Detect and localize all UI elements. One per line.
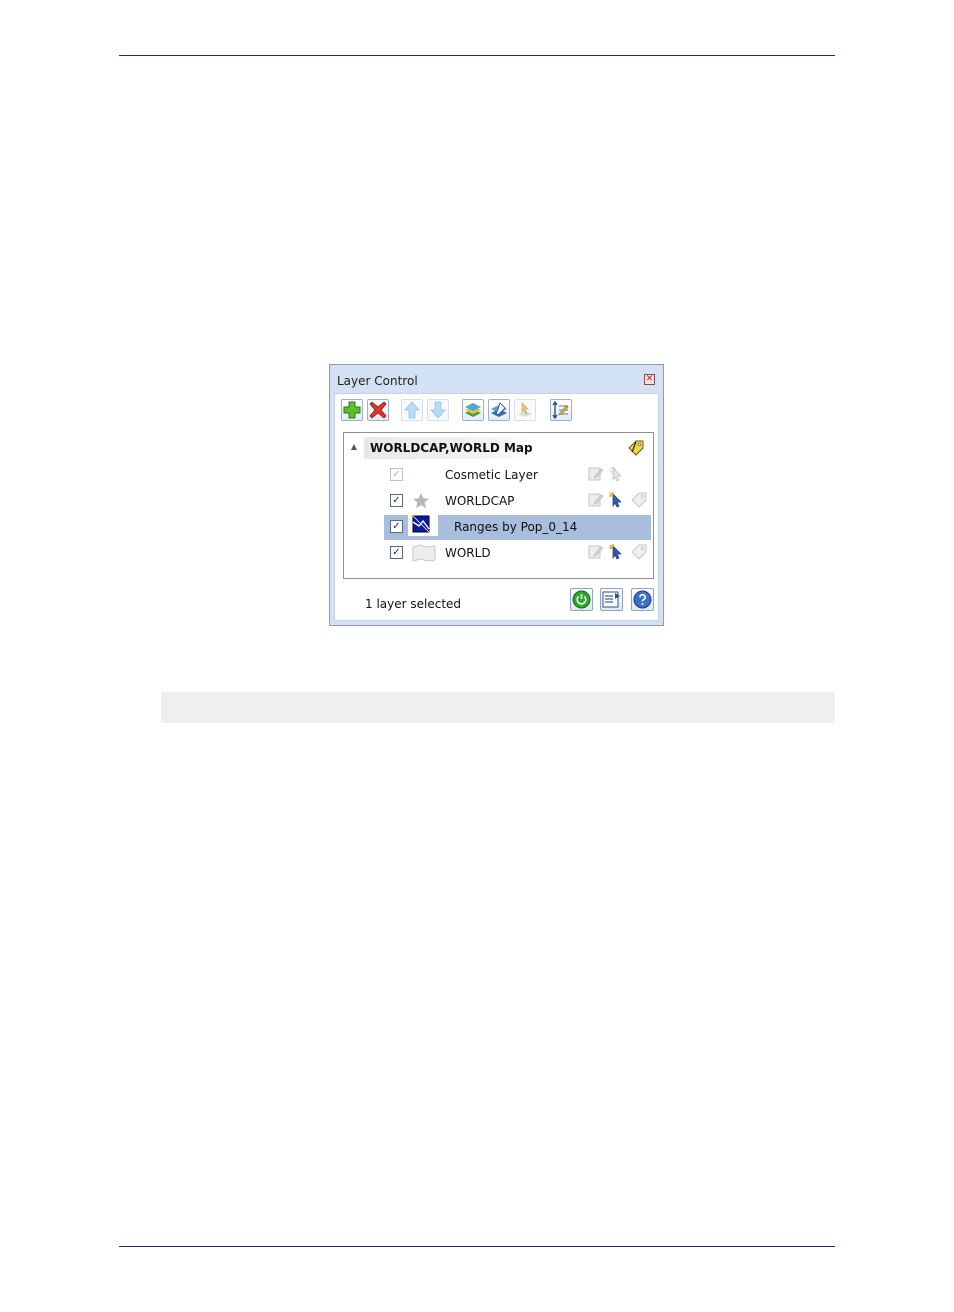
layer-properties-button[interactable]	[462, 399, 484, 421]
layer-properties-icon	[465, 403, 481, 417]
edit-pencil-icon	[588, 467, 604, 481]
remove-layer-button[interactable]	[367, 399, 389, 421]
layer-name: WORLD	[445, 546, 491, 560]
close-button[interactable]: ✕	[644, 374, 655, 385]
region-icon	[412, 544, 436, 566]
select-cursor-icon	[609, 492, 622, 508]
layer-name: Cosmetic Layer	[445, 468, 538, 482]
footer-rule	[119, 1246, 835, 1247]
move-down-icon	[430, 401, 446, 419]
selectable-icon	[518, 402, 532, 417]
selectable-toggle[interactable]	[609, 466, 625, 486]
layer-options-icon	[602, 591, 620, 608]
help-icon	[633, 590, 652, 609]
layer-tree: WORLDCAP,WORLD Map ✓ Cosmetic Layer ✓ WO…	[343, 432, 654, 579]
label-tag-icon	[631, 492, 647, 508]
select-cursor-icon	[610, 467, 622, 482]
move-down-button[interactable]	[427, 399, 449, 421]
reorder-icon	[552, 401, 569, 419]
selection-status: 1 layer selected	[365, 597, 462, 611]
edit-pencil-icon	[588, 493, 604, 507]
auto-label-toggle[interactable]	[631, 492, 647, 512]
selectable-toggle[interactable]	[609, 492, 625, 512]
select-cursor-icon	[609, 544, 622, 560]
add-layer-icon	[343, 401, 361, 419]
toolbar	[341, 399, 641, 423]
header-rule	[119, 55, 835, 56]
remove-layer-icon	[369, 401, 387, 419]
selectable-button[interactable]	[514, 399, 536, 421]
collapse-icon[interactable]	[351, 444, 357, 450]
title-bar[interactable]: Layer Control ✕	[330, 365, 663, 393]
map-label-tool-button[interactable]	[627, 439, 645, 461]
selectable-toggle[interactable]	[609, 544, 625, 564]
layer-visibility-checkbox[interactable]: ✓	[390, 546, 403, 559]
edit-layer-button[interactable]	[488, 399, 510, 421]
layer-row-ranges[interactable]: ✓ Ranges by Pop_0_14	[384, 514, 651, 540]
reorder-button[interactable]	[550, 399, 572, 421]
move-up-icon	[404, 401, 420, 419]
map-title: WORLDCAP,WORLD Map	[370, 441, 533, 455]
map-node[interactable]: WORLDCAP,WORLD Map	[344, 437, 653, 459]
edit-pencil-icon	[588, 545, 604, 559]
edit-mode-button[interactable]	[588, 492, 604, 512]
layer-row-worldcap[interactable]: ✓ WORLDCAP	[384, 489, 651, 513]
caption-band	[161, 692, 835, 723]
layer-options-button[interactable]	[600, 588, 623, 611]
auto-label-toggle[interactable]	[631, 544, 647, 564]
layer-visibility-checkbox[interactable]: ✓	[390, 520, 403, 533]
window-title: Layer Control	[337, 374, 418, 388]
label-tag-icon	[628, 440, 644, 456]
power-icon	[572, 590, 591, 609]
move-up-button[interactable]	[401, 399, 423, 421]
edit-mode-button[interactable]	[588, 466, 604, 486]
edit-layer-icon	[491, 402, 507, 417]
star-icon	[412, 492, 430, 514]
label-tag-icon	[631, 544, 647, 560]
layer-name: Ranges by Pop_0_14	[454, 520, 578, 534]
layer-control-window: Layer Control ✕ WORLDCAP,WORLD Map ✓ Cos…	[329, 364, 664, 626]
help-button[interactable]	[631, 588, 654, 611]
apply-button[interactable]	[570, 588, 593, 611]
layer-row-world[interactable]: ✓ WORLD	[384, 541, 651, 565]
layer-visibility-checkbox[interactable]: ✓	[390, 494, 403, 507]
theme-ranges-icon	[408, 514, 438, 540]
window-content: WORLDCAP,WORLD Map ✓ Cosmetic Layer ✓ WO…	[334, 393, 659, 621]
layer-name: WORLDCAP	[445, 494, 515, 508]
edit-mode-button[interactable]	[588, 544, 604, 564]
layer-row-cosmetic[interactable]: ✓ Cosmetic Layer	[384, 463, 651, 487]
add-layer-button[interactable]	[341, 399, 363, 421]
layer-visibility-checkbox[interactable]: ✓	[390, 468, 403, 481]
